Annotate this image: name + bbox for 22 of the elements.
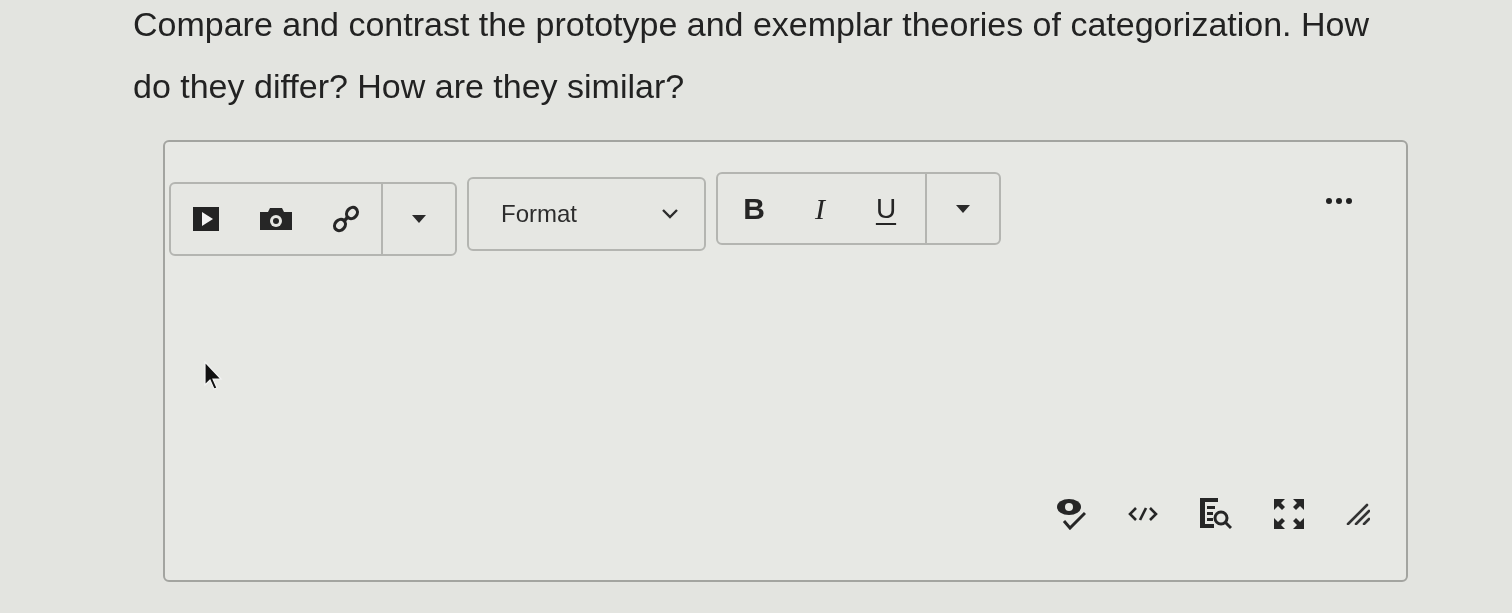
chain-link-icon — [332, 205, 360, 233]
caret-down-icon — [412, 215, 426, 223]
video-play-icon — [193, 207, 219, 231]
camera-icon — [260, 208, 292, 230]
caret-down-icon — [956, 204, 970, 213]
resize-grip-icon — [1346, 503, 1370, 525]
preview-button[interactable] — [1198, 496, 1234, 532]
chevron-down-icon — [662, 209, 678, 219]
code-brackets-icon — [1128, 506, 1158, 522]
document-search-icon — [1200, 498, 1232, 530]
eye-check-icon — [1056, 498, 1086, 530]
expand-arrows-icon — [1274, 499, 1304, 529]
format-dropdown[interactable]: Format — [467, 177, 706, 251]
accessibility-checker-button[interactable] — [1054, 496, 1088, 532]
underline-button[interactable]: U — [853, 174, 919, 243]
ellipsis-icon — [1326, 198, 1352, 204]
fullscreen-button[interactable] — [1272, 497, 1306, 531]
question-text: Compare and contrast the prototype and exemplar theories of categorization. How do they differ? How are they similar? — [133, 4, 1371, 107]
resize-handle[interactable] — [1344, 501, 1372, 527]
mouse-pointer-icon — [204, 361, 224, 391]
bold-button[interactable]: B — [721, 174, 787, 243]
italic-button[interactable]: I — [787, 174, 853, 243]
